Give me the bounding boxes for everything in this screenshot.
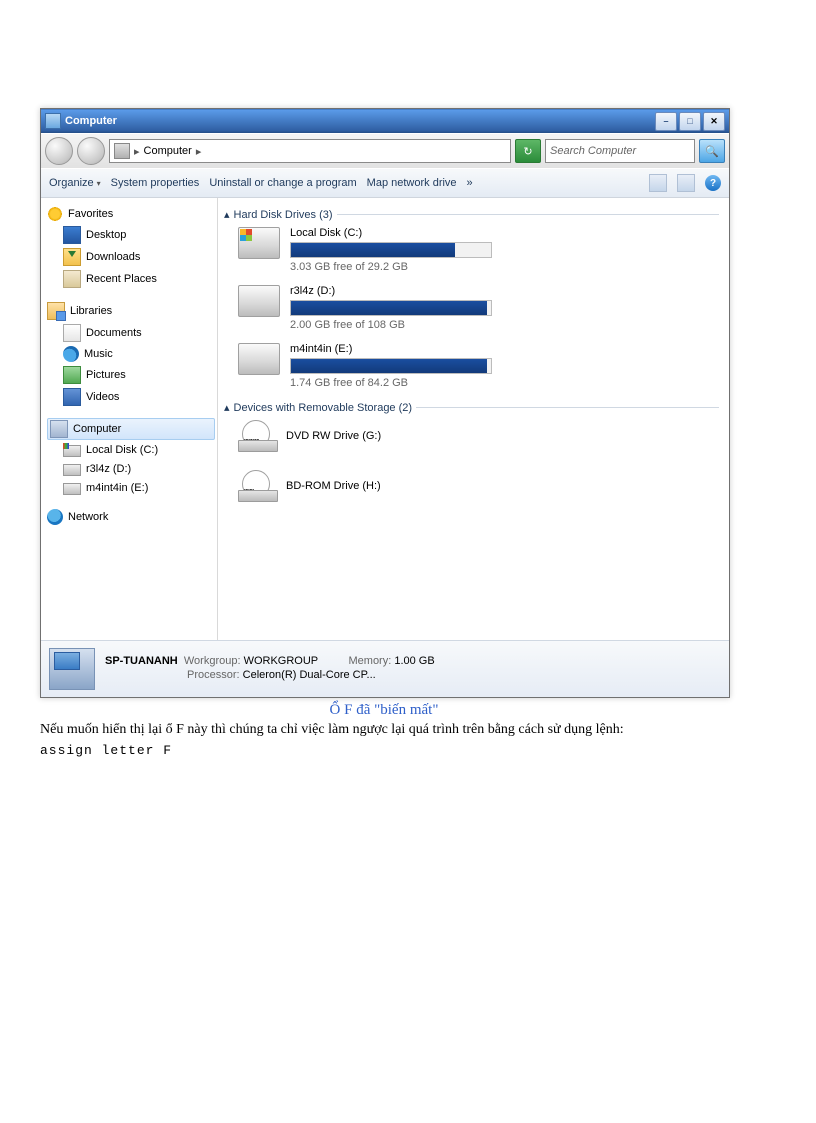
libraries-header[interactable]: Libraries: [47, 300, 215, 322]
content-pane: ▴Hard Disk Drives (3) Local Disk (C:) 3.…: [218, 198, 729, 640]
map-drive-button[interactable]: Map network drive: [367, 177, 457, 189]
drive-free: 3.03 GB free of 29.2 GB: [290, 261, 492, 273]
chevron-right-icon: ▸: [134, 145, 140, 158]
drive-item[interactable]: m4int4in (E:) 1.74 GB free of 84.2 GB: [238, 343, 719, 389]
hdd-icon: [63, 483, 81, 495]
organize-button[interactable]: Organize▾: [49, 177, 101, 189]
group-hdd[interactable]: ▴Hard Disk Drives (3): [224, 208, 719, 221]
sidebar: Favorites Desktop Downloads Recent Place…: [41, 198, 218, 640]
chevron-right-icon: ▸: [196, 145, 202, 158]
bd-drive-icon: BD: [238, 470, 276, 502]
drive-item[interactable]: Local Disk (C:) 3.03 GB free of 29.2 GB: [238, 227, 719, 273]
network-icon: [47, 509, 63, 525]
sidebar-item-drive-e[interactable]: m4int4in (E:): [47, 478, 215, 497]
refresh-button[interactable]: ↻: [515, 139, 541, 163]
pictures-icon: [63, 366, 81, 384]
drive-name: r3l4z (D:): [290, 285, 492, 297]
titlebar: Computer – □ ✕: [41, 109, 729, 133]
maximize-button[interactable]: □: [679, 112, 701, 131]
toolbar: Organize▾ System properties Uninstall or…: [41, 168, 729, 198]
device-name: DVD RW Drive (G:): [286, 430, 381, 442]
hdd-icon: [238, 285, 280, 317]
favorites-header[interactable]: Favorites: [47, 204, 215, 224]
sidebar-item-pictures[interactable]: Pictures: [47, 364, 215, 386]
search-placeholder: Search Computer: [550, 145, 636, 157]
device-name: BD-ROM Drive (H:): [286, 480, 381, 492]
hdd-icon: [63, 464, 81, 476]
downloads-icon: [63, 248, 81, 266]
preview-pane-icon[interactable]: [677, 174, 695, 192]
back-button[interactable]: [45, 137, 73, 165]
sidebar-item-recent[interactable]: Recent Places: [47, 268, 215, 290]
code-line: assign letter F: [40, 742, 728, 760]
search-input[interactable]: Search Computer: [545, 139, 695, 163]
sidebar-item-network[interactable]: Network: [47, 507, 215, 527]
forward-button[interactable]: [77, 137, 105, 165]
sidebar-item-videos[interactable]: Videos: [47, 386, 215, 408]
desktop-icon: [63, 226, 81, 244]
drive-name: Local Disk (C:): [290, 227, 492, 239]
collapse-icon: ▴: [224, 401, 230, 414]
uninstall-button[interactable]: Uninstall or change a program: [209, 177, 356, 189]
computer-icon: [50, 420, 68, 438]
group-removable[interactable]: ▴Devices with Removable Storage (2): [224, 401, 719, 414]
computer-mini-icon: [114, 143, 130, 159]
videos-icon: [63, 388, 81, 406]
search-button[interactable]: 🔍: [699, 139, 725, 163]
explorer-window: Computer – □ ✕ ▸ Computer ▸ ↻ Search Com…: [40, 108, 730, 698]
sidebar-item-downloads[interactable]: Downloads: [47, 246, 215, 268]
usage-bar: [290, 242, 492, 258]
address-field[interactable]: ▸ Computer ▸: [109, 139, 511, 163]
address-bar: ▸ Computer ▸ ↻ Search Computer 🔍: [41, 133, 729, 168]
usage-bar: [290, 300, 492, 316]
toolbar-overflow[interactable]: »: [467, 177, 473, 189]
star-icon: [47, 206, 63, 222]
sidebar-item-drive-d[interactable]: r3l4z (D:): [47, 459, 215, 478]
dvd-drive-icon: DVD: [238, 420, 276, 452]
computer-name: SP-TUANANH: [105, 655, 178, 667]
sidebar-item-music[interactable]: Music: [47, 344, 215, 364]
hdd-icon: [238, 227, 280, 259]
drive-name: m4int4in (E:): [290, 343, 492, 355]
libraries-icon: [47, 302, 65, 320]
view-icon[interactable]: [649, 174, 667, 192]
figure-caption: Ổ F đã "biến mất": [40, 702, 728, 719]
close-button[interactable]: ✕: [703, 112, 725, 131]
drive-item[interactable]: r3l4z (D:) 2.00 GB free of 108 GB: [238, 285, 719, 331]
computer-icon: [45, 113, 61, 129]
window-title: Computer: [65, 115, 117, 127]
computer-large-icon: [49, 648, 95, 690]
music-icon: [63, 346, 79, 362]
details-pane: SP-TUANANH Workgroup: WORKGROUP Memory: …: [41, 640, 729, 697]
minimize-button[interactable]: –: [655, 112, 677, 131]
body-paragraph: Nếu muốn hiển thị lại ổ F này thì chúng …: [40, 721, 728, 740]
hdd-icon: [238, 343, 280, 375]
sidebar-item-documents[interactable]: Documents: [47, 322, 215, 344]
device-item[interactable]: BD BD-ROM Drive (H:): [238, 470, 719, 502]
sidebar-item-local-c[interactable]: Local Disk (C:): [47, 440, 215, 459]
sidebar-item-desktop[interactable]: Desktop: [47, 224, 215, 246]
system-properties-button[interactable]: System properties: [111, 177, 200, 189]
documents-icon: [63, 324, 81, 342]
usage-bar: [290, 358, 492, 374]
help-icon[interactable]: ?: [705, 175, 721, 191]
hdd-icon: [63, 445, 81, 457]
address-label: Computer: [144, 145, 192, 157]
sidebar-item-computer[interactable]: Computer: [47, 418, 215, 440]
recent-icon: [63, 270, 81, 288]
drive-free: 1.74 GB free of 84.2 GB: [290, 377, 492, 389]
collapse-icon: ▴: [224, 208, 230, 221]
device-item[interactable]: DVD DVD RW Drive (G:): [238, 420, 719, 452]
drive-free: 2.00 GB free of 108 GB: [290, 319, 492, 331]
